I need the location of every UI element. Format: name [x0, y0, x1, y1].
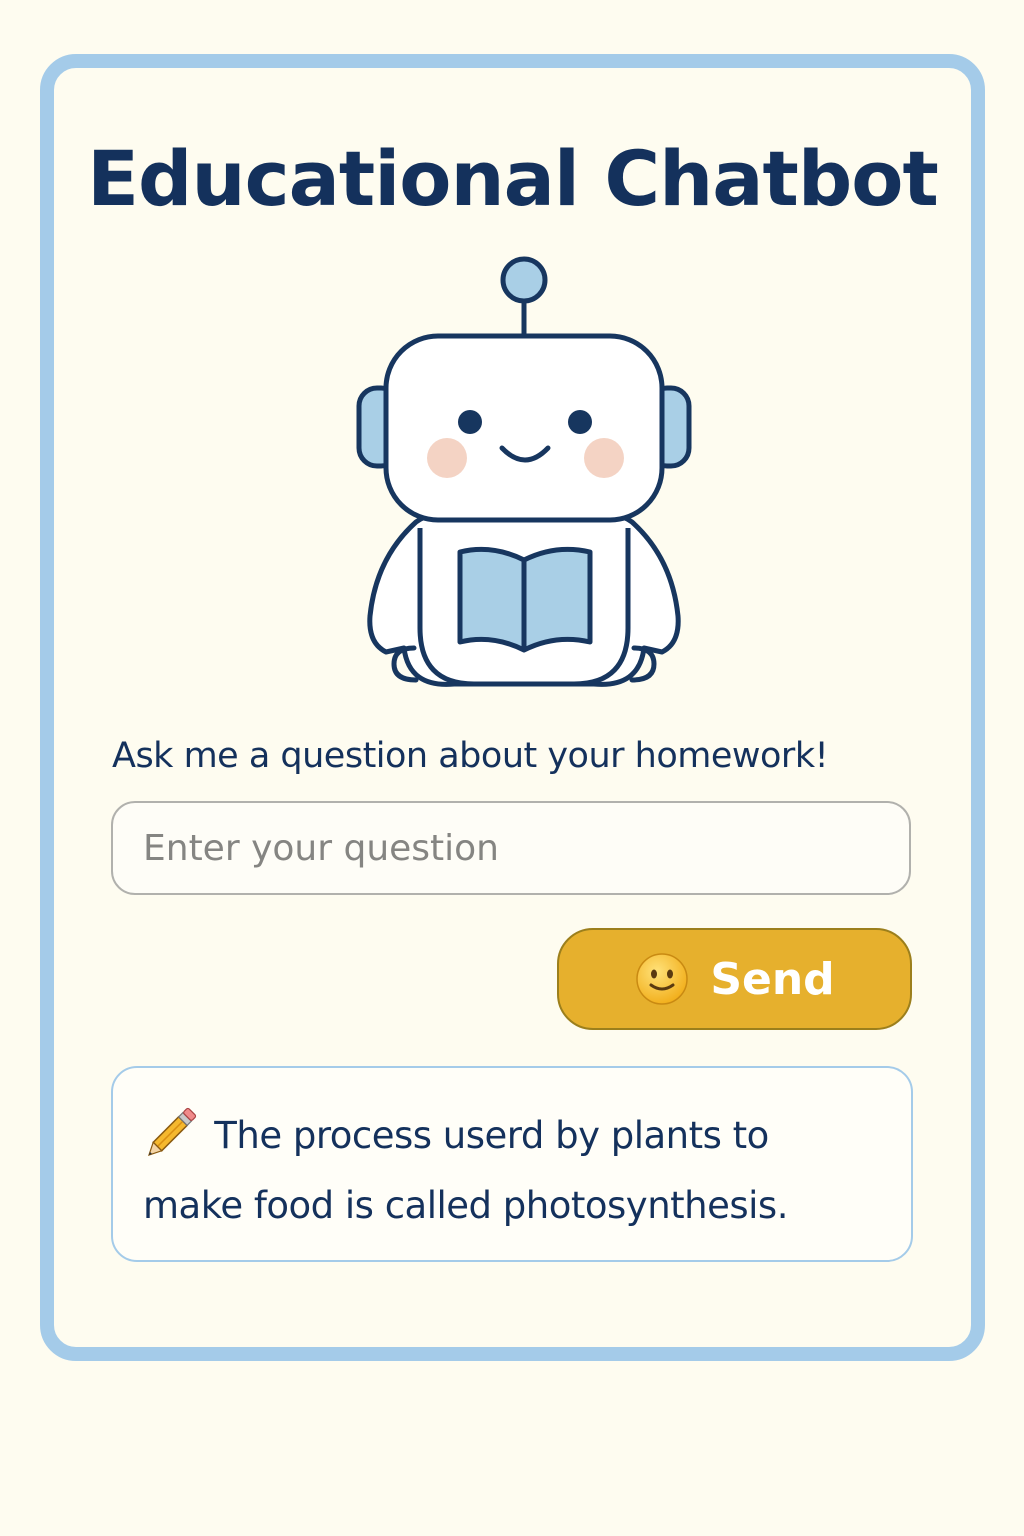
smiley-face-icon [636, 953, 689, 1005]
page-title: Educational Chatbot [87, 134, 939, 223]
answer-box: The process userd by plants to make food… [111, 1066, 913, 1262]
answer-line-2: make food is called photosynthesis. [143, 1171, 881, 1241]
robot-mascot-icon [356, 256, 692, 687]
send-button[interactable]: Send [557, 928, 912, 1030]
answer-line-1: The process userd by plants to [143, 1100, 881, 1171]
pencil-icon [148, 1107, 197, 1156]
chatbot-card: Educational Chatbot Ask me a question ab… [40, 54, 985, 1361]
answer-text-1: The process userd by plants to [214, 1114, 769, 1157]
answer-text-2: make food is called photosynthesis. [143, 1184, 788, 1227]
question-input[interactable] [111, 801, 911, 895]
homework-prompt: Ask me a question about your homework! [112, 736, 829, 776]
send-button-label: Send [710, 953, 835, 1005]
